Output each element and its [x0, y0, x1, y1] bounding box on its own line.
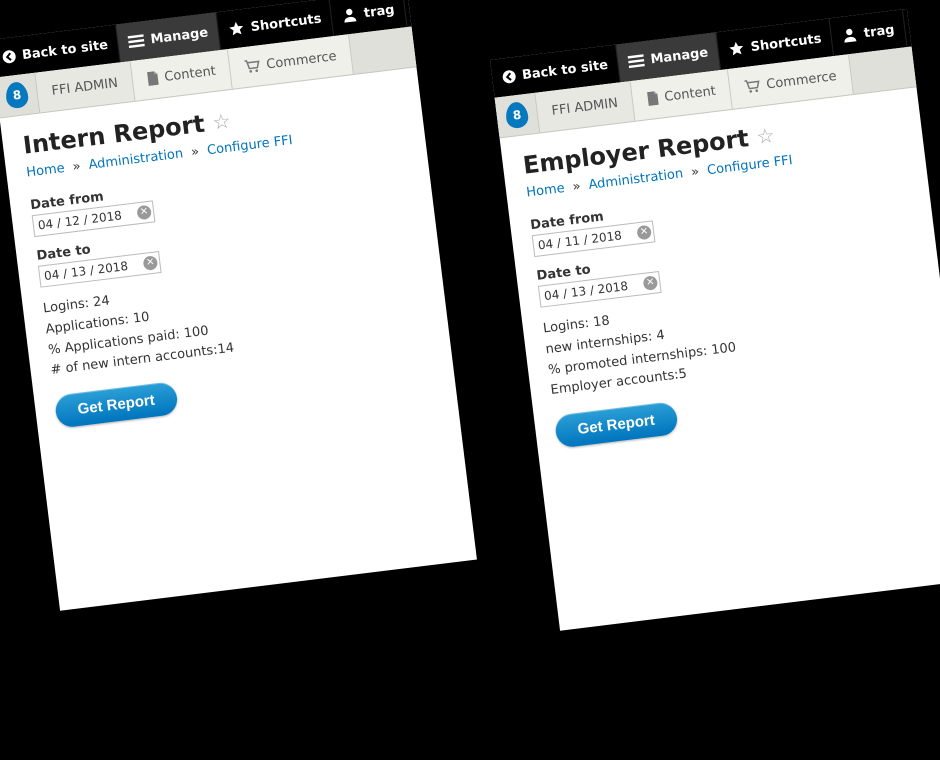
- ffi-admin-label: FFI ADMIN: [51, 75, 119, 98]
- stat-value: 5: [678, 367, 688, 383]
- employer-report-window: Back to site Manage Shortcuts trag: [490, 9, 940, 631]
- breadcrumb-admin[interactable]: Administration: [88, 146, 184, 172]
- user-label: trag: [363, 2, 395, 21]
- breadcrumb-sep: »: [686, 164, 704, 181]
- breadcrumb-admin[interactable]: Administration: [588, 166, 684, 192]
- date-from-value: 04 / 12 / 2018: [37, 208, 122, 232]
- drupal-logo[interactable]: [495, 93, 541, 138]
- stat-label: Logins:: [542, 316, 590, 337]
- date-to-value: 04 / 13 / 2018: [543, 279, 628, 303]
- clear-date-icon[interactable]: ✕: [636, 225, 652, 241]
- get-report-button[interactable]: Get Report: [54, 381, 179, 429]
- file-icon: [146, 71, 160, 86]
- content-label: Content: [164, 63, 217, 84]
- hamburger-icon: [128, 33, 146, 49]
- stat-value: 4: [655, 328, 665, 344]
- stat-value: 10: [132, 309, 150, 326]
- cart-icon: [744, 78, 762, 94]
- manage-label: Manage: [650, 45, 709, 67]
- back-to-site-label: Back to site: [21, 37, 109, 62]
- star-icon: [728, 40, 746, 58]
- back-arrow-icon: [1, 49, 17, 65]
- clear-date-icon[interactable]: ✕: [143, 255, 159, 271]
- stat-value: 100: [183, 323, 209, 341]
- back-to-site-label: Back to site: [521, 57, 609, 82]
- get-report-button[interactable]: Get Report: [554, 401, 679, 449]
- back-arrow-icon: [501, 69, 517, 85]
- cart-icon: [244, 58, 262, 74]
- breadcrumb-sep: »: [186, 144, 204, 161]
- content-label: Content: [664, 83, 717, 104]
- ffi-admin-label: FFI ADMIN: [551, 95, 619, 118]
- drupal-logo-icon: [504, 101, 529, 129]
- stat-label: Logins:: [42, 296, 90, 317]
- clear-date-icon[interactable]: ✕: [136, 205, 152, 221]
- favorite-star-icon[interactable]: ☆: [211, 110, 231, 132]
- breadcrumb-configure[interactable]: Configure FFI: [206, 133, 293, 158]
- shortcuts-label: Shortcuts: [750, 31, 822, 55]
- favorite-star-icon[interactable]: ☆: [755, 125, 775, 147]
- user-label: trag: [863, 22, 895, 41]
- shortcuts-label: Shortcuts: [250, 11, 322, 35]
- breadcrumb-sep: »: [568, 178, 586, 195]
- stat-value: 24: [92, 293, 110, 310]
- manage-label: Manage: [150, 25, 209, 47]
- star-icon: [228, 20, 246, 38]
- clear-date-icon[interactable]: ✕: [643, 275, 659, 291]
- date-from-value: 04 / 11 / 2018: [537, 228, 622, 252]
- date-to-value: 04 / 13 / 2018: [43, 259, 128, 283]
- employer-report-content: Employer Report ☆ Home » Administration …: [500, 87, 940, 630]
- stat-value: 100: [710, 340, 736, 358]
- breadcrumb-home[interactable]: Home: [526, 181, 566, 201]
- drupal-logo-icon: [4, 81, 29, 109]
- breadcrumb-configure[interactable]: Configure FFI: [706, 153, 793, 178]
- user-icon: [841, 26, 859, 44]
- file-icon: [646, 91, 660, 106]
- intern-report-window: Back to site Manage Shortcuts trag FFI A…: [0, 0, 477, 611]
- user-icon: [341, 6, 359, 24]
- stat-value: 18: [592, 313, 610, 330]
- commerce-label: Commerce: [265, 48, 337, 71]
- intern-report-content: Intern Report ☆ Home » Administration » …: [0, 67, 477, 610]
- hamburger-icon: [628, 53, 646, 69]
- commerce-label: Commerce: [765, 68, 837, 91]
- drupal-logo[interactable]: [0, 73, 40, 118]
- breadcrumb-home[interactable]: Home: [26, 161, 66, 181]
- stat-value: 14: [217, 341, 235, 358]
- breadcrumb-sep: »: [68, 158, 86, 175]
